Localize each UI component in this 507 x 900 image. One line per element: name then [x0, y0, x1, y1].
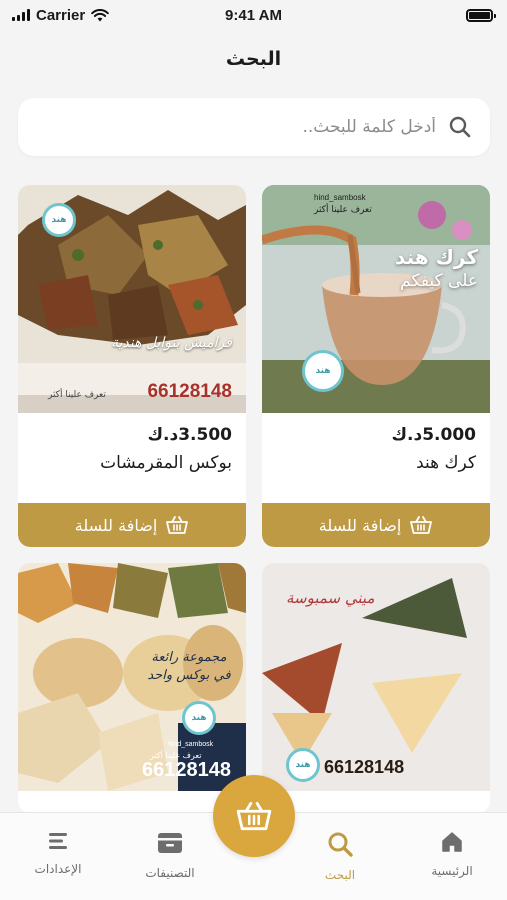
carrier-label: Carrier: [36, 6, 86, 24]
categories-icon: [158, 833, 182, 853]
add-to-cart-button[interactable]: إضافة للسلة: [262, 503, 490, 547]
image-tagline: تعرف علينا أكثر: [48, 390, 106, 400]
add-to-cart-label: إضافة للسلة: [318, 515, 402, 535]
product-card-karak-hind[interactable]: hind_sambosk تعرف علينا أكثر كرك هند على…: [262, 185, 490, 547]
brand-logo: هند: [182, 701, 216, 735]
image-tagline: تعرف علينا أكثر: [314, 205, 372, 215]
home-icon: [442, 832, 462, 852]
product-grid: هند قراميش بتوابل هندية تعرف علينا أكثر …: [18, 185, 490, 813]
cart-button[interactable]: [213, 775, 295, 857]
product-info: 5.000د.ك كرك هند: [262, 413, 490, 503]
search-icon: [449, 116, 471, 138]
tab-home[interactable]: الرئيسية: [402, 831, 502, 878]
product-card-mini-sambosa[interactable]: ميني سمبوسة هند 66128148: [262, 563, 490, 813]
status-bar: Carrier 9:41 AM: [0, 0, 507, 30]
image-phone: 66128148: [324, 757, 405, 777]
tab-label: الرئيسية: [431, 864, 473, 878]
product-info: 3.500د.ك بوكس المقرمشات: [18, 413, 246, 503]
tab-label: الإعدادات: [34, 862, 82, 876]
image-script-text: مجموعة رائعة في بوكس واحد: [147, 650, 231, 684]
product-price: 3.500د.ك: [147, 425, 232, 445]
basket-icon: [236, 801, 272, 831]
add-to-cart-button[interactable]: إضافة للسلة: [18, 503, 246, 547]
battery-icon: [466, 8, 496, 22]
basket-icon: [166, 516, 189, 534]
search-icon: [328, 832, 353, 857]
add-to-cart-label: إضافة للسلة: [74, 515, 158, 535]
wifi-icon: [91, 8, 110, 21]
image-script-text: ميني سمبوسة: [286, 589, 375, 607]
brand-logo: هند: [286, 748, 320, 782]
product-price: 5.000د.ك: [391, 425, 476, 445]
product-image: مجموعة رائعة في بوكس واحد هند hind_sambo…: [18, 563, 246, 791]
search-input[interactable]: [36, 117, 436, 137]
brand-logo: هند: [42, 203, 76, 237]
product-name: كرك هند: [416, 453, 476, 473]
page-title: البحث: [225, 48, 282, 70]
signal-icon: [12, 9, 30, 21]
tab-search[interactable]: البحث: [290, 831, 390, 882]
tab-settings[interactable]: الإعدادات: [8, 831, 108, 876]
brand-logo: هند: [302, 350, 344, 392]
product-card-assorted-box[interactable]: مجموعة رائعة في بوكس واحد هند hind_sambo…: [18, 563, 246, 813]
image-script-text: قراميش بتوابل هندية: [111, 335, 232, 351]
image-phone: 66128148: [147, 381, 232, 402]
image-handle: hind_sambosk: [168, 741, 214, 748]
image-handle: hind_sambosk: [314, 193, 366, 202]
tab-label: التصنيفات: [145, 866, 195, 880]
settings-icon: [49, 833, 67, 849]
image-title-line1: كرك هند: [395, 245, 478, 269]
product-card-crisps-box[interactable]: هند قراميش بتوابل هندية تعرف علينا أكثر …: [18, 185, 246, 547]
product-name: بوكس المقرمشات: [100, 453, 232, 473]
tab-label: البحث: [324, 868, 356, 882]
image-phone: 66128148: [142, 759, 231, 781]
product-image: هند قراميش بتوابل هندية تعرف علينا أكثر …: [18, 185, 246, 413]
product-image: ميني سمبوسة هند 66128148: [262, 563, 490, 791]
product-image: hind_sambosk تعرف علينا أكثر كرك هند على…: [262, 185, 490, 413]
search-bar[interactable]: [18, 98, 490, 156]
karak-photo: [262, 185, 490, 413]
basket-icon: [410, 516, 433, 534]
image-title-line2: على كيفكم: [400, 271, 478, 291]
status-left: Carrier: [12, 6, 110, 24]
tab-categories[interactable]: التصنيفات: [120, 831, 220, 880]
